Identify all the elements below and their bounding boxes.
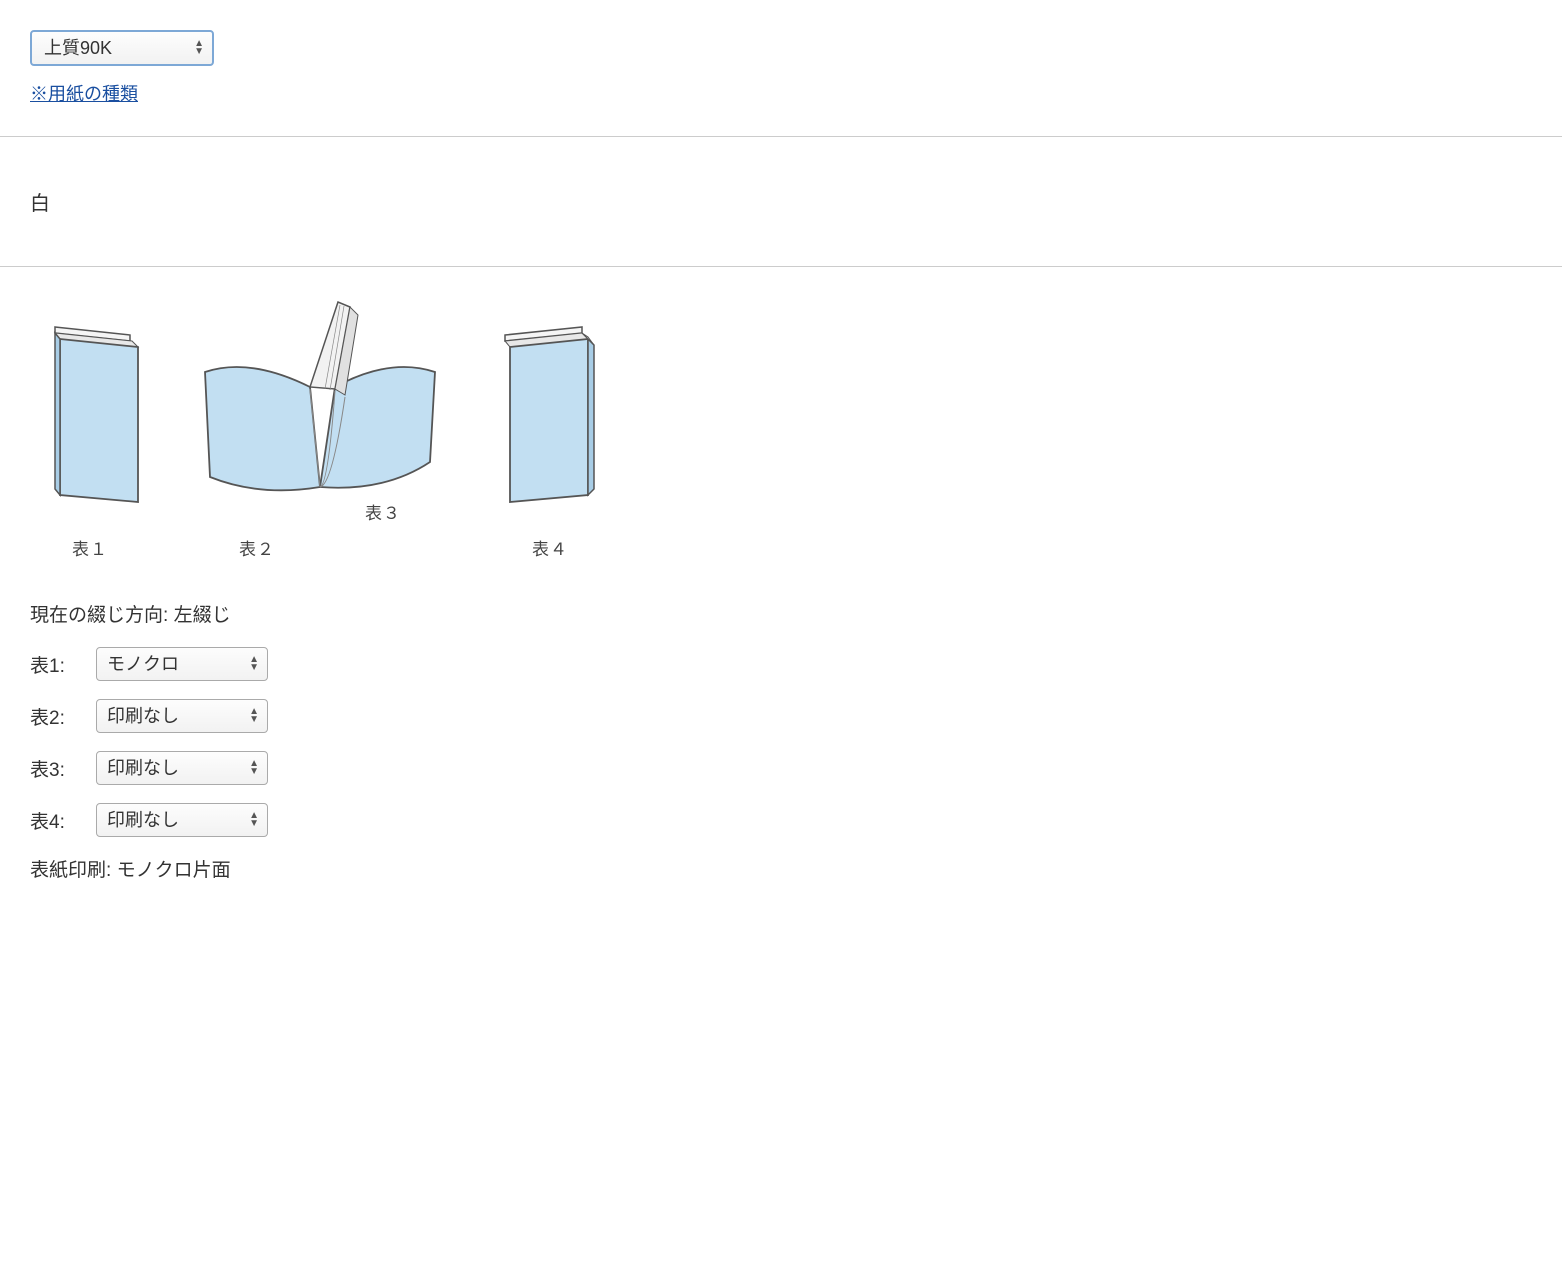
face-select-wrap-4: 印刷なし ▲▼ xyxy=(96,803,268,837)
face-select-3[interactable]: 印刷なし xyxy=(97,752,267,784)
face-label-2: 表2: xyxy=(30,703,82,730)
face-select-1[interactable]: モノクロ xyxy=(97,648,267,680)
paper-type-select-wrap: 上質90K ▲▼ xyxy=(30,30,214,66)
diagram-label-3: 表３ xyxy=(365,499,401,560)
cover-diagram-row: 表１ 表２ 表３ xyxy=(0,267,1562,560)
face-row-3: 表3: 印刷なし ▲▼ xyxy=(30,751,1532,785)
paper-type-select[interactable]: 上質90K xyxy=(32,32,212,64)
diagram-label-4: 表４ xyxy=(532,535,568,560)
diagram-item-open: 表２ 表３ xyxy=(190,297,450,560)
face-row-1: 表1: モノクロ ▲▼ xyxy=(30,647,1532,681)
summary-value: モノクロ片面 xyxy=(117,860,231,881)
binding-direction-value: 左綴じ xyxy=(174,605,231,626)
book-open-icon xyxy=(190,297,450,507)
paper-type-link[interactable]: ※用紙の種類 xyxy=(30,80,138,106)
binding-prefix: 現在の綴じ方向: xyxy=(30,605,174,626)
face-label-1: 表1: xyxy=(30,651,82,678)
face-select-4[interactable]: 印刷なし xyxy=(97,804,267,836)
diagram-item-omote1: 表１ xyxy=(30,317,150,560)
cover-face-rows: 表1: モノクロ ▲▼ 表2: 印刷なし ▲▼ 表3: 印刷なし ▲▼ 表4: xyxy=(0,647,1562,837)
paper-color-value: 白 xyxy=(30,187,1532,216)
face-select-wrap-3: 印刷なし ▲▼ xyxy=(96,751,268,785)
paper-color-section: 白 xyxy=(0,137,1562,267)
summary-prefix: 表紙印刷: xyxy=(30,860,117,881)
paper-type-section: 上質90K ▲▼ ※用紙の種類 xyxy=(0,0,1562,137)
face-row-2: 表2: 印刷なし ▲▼ xyxy=(30,699,1532,733)
cover-print-summary: 表紙印刷: モノクロ片面 xyxy=(0,855,1562,882)
diagram-label-1: 表１ xyxy=(72,535,108,560)
binding-direction-text: 現在の綴じ方向: 左綴じ xyxy=(0,600,1562,627)
diagram-label-2: 表２ xyxy=(239,535,275,560)
face-select-wrap-1: モノクロ ▲▼ xyxy=(96,647,268,681)
book-back-icon xyxy=(490,317,610,517)
face-select-wrap-2: 印刷なし ▲▼ xyxy=(96,699,268,733)
face-label-4: 表4: xyxy=(30,807,82,834)
diagram-item-omote4: 表４ xyxy=(490,317,610,560)
book-front-icon xyxy=(30,317,150,517)
face-select-2[interactable]: 印刷なし xyxy=(97,700,267,732)
face-label-3: 表3: xyxy=(30,755,82,782)
face-row-4: 表4: 印刷なし ▲▼ xyxy=(30,803,1532,837)
